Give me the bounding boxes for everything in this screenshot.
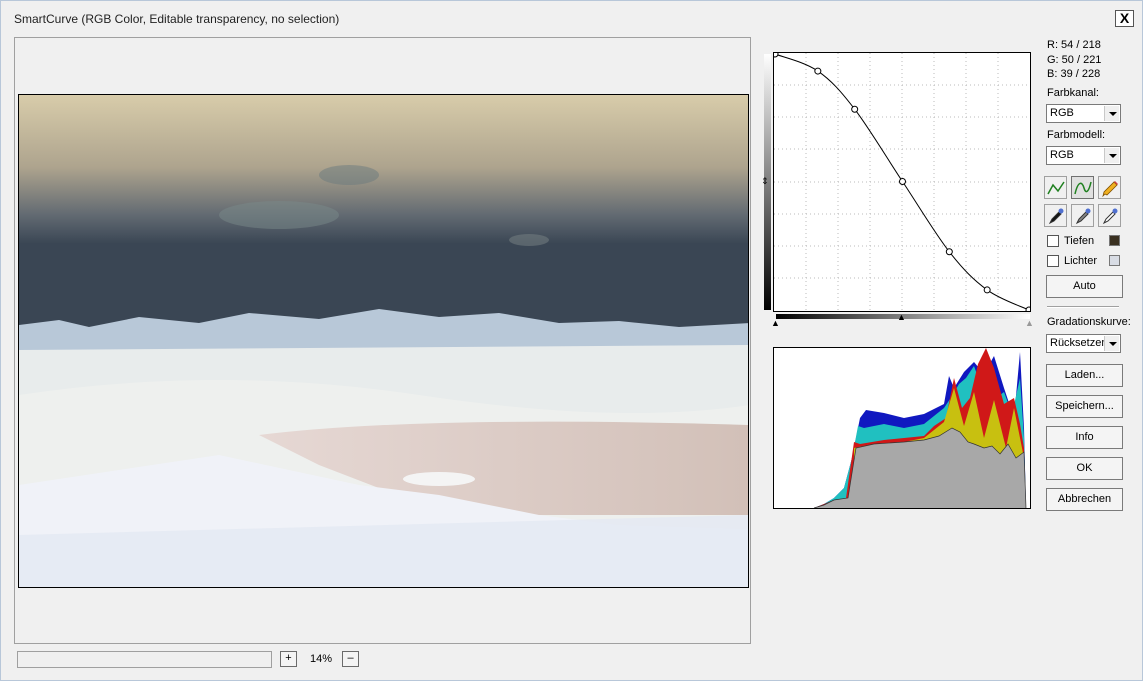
auto-button[interactable]: Auto — [1046, 275, 1123, 298]
smooth-curve-tool-button[interactable] — [1071, 176, 1094, 199]
curve-editor[interactable] — [771, 50, 1033, 314]
speichern-button[interactable]: Speichern... — [1046, 395, 1123, 418]
chevron-down-icon[interactable] — [1104, 148, 1119, 163]
lichter-color-swatch[interactable] — [1109, 255, 1120, 266]
info-button[interactable]: Info — [1046, 426, 1123, 449]
preview-image — [18, 94, 749, 588]
zoom-in-button[interactable]: + — [280, 651, 297, 667]
black-eyedropper-icon — [1048, 208, 1064, 225]
status-field — [17, 651, 272, 668]
chevron-down-icon[interactable] — [1104, 336, 1119, 351]
tiefen-label: Tiefen — [1064, 235, 1095, 247]
curve-control-point[interactable] — [771, 50, 779, 58]
gray-eyedropper-icon — [1075, 208, 1091, 225]
smartcurve-dialog: SmartCurve (RGB Color, Editable transpar… — [0, 0, 1143, 681]
linear-curve-icon — [1047, 181, 1065, 195]
ok-button[interactable]: OK — [1046, 457, 1123, 480]
histogram — [773, 347, 1031, 509]
tiefen-checkbox[interactable] — [1047, 235, 1059, 247]
pencil-icon — [1102, 181, 1118, 197]
black-eyedropper-button[interactable] — [1044, 204, 1067, 227]
curve-control-point[interactable] — [851, 105, 859, 113]
close-button[interactable]: X — [1115, 10, 1134, 27]
linear-curve-tool-button[interactable] — [1044, 176, 1067, 199]
white-point-slider-icon[interactable]: ▲ — [1025, 318, 1034, 328]
gradation-value: Rücksetzen — [1050, 337, 1106, 349]
lichter-label: Lichter — [1064, 255, 1098, 267]
window-title: SmartCurve (RGB Color, Editable transpar… — [14, 12, 340, 26]
readout-r: R: 54 / 218 — [1047, 39, 1101, 51]
curve-control-point[interactable] — [898, 177, 906, 185]
channel-select[interactable]: RGB — [1046, 104, 1121, 123]
preview-panel — [14, 37, 751, 644]
curve-control-point[interactable] — [983, 286, 991, 294]
gray-eyedropper-button[interactable] — [1071, 204, 1094, 227]
zoom-level: 14% — [309, 653, 333, 665]
gradation-label: Gradationskurve: — [1047, 316, 1131, 328]
white-eyedropper-button[interactable] — [1098, 204, 1121, 227]
curve-graph[interactable] — [771, 50, 1033, 314]
black-point-slider-icon[interactable]: ▲ — [771, 318, 780, 328]
lichter-checkbox[interactable] — [1047, 255, 1059, 267]
vertical-marker-icon[interactable]: ⇕ — [761, 176, 769, 187]
zoom-out-button[interactable]: – — [342, 651, 359, 667]
chevron-down-icon[interactable] — [1104, 106, 1119, 121]
gamma-slider-icon[interactable]: ▲ — [897, 312, 906, 322]
laden-button[interactable]: Laden... — [1046, 364, 1123, 387]
model-select[interactable]: RGB — [1046, 146, 1121, 165]
curve-control-point[interactable] — [814, 67, 822, 75]
readout-g: G: 50 / 221 — [1047, 54, 1102, 66]
readout-b: B: 39 / 228 — [1047, 68, 1101, 80]
channel-value: RGB — [1050, 107, 1074, 119]
white-eyedropper-icon — [1102, 208, 1118, 225]
curve-control-point[interactable] — [945, 248, 953, 256]
smooth-curve-icon — [1074, 181, 1092, 195]
abbrechen-button[interactable]: Abbrechen — [1046, 488, 1123, 511]
tiefen-color-swatch[interactable] — [1109, 235, 1120, 246]
separator — [1047, 306, 1119, 308]
model-label: Farbmodell: — [1047, 129, 1106, 141]
pencil-tool-button[interactable] — [1098, 176, 1121, 199]
model-value: RGB — [1050, 149, 1074, 161]
gradation-select[interactable]: Rücksetzen — [1046, 334, 1121, 353]
title-bar: SmartCurve (RGB Color, Editable transpar… — [1, 1, 1142, 35]
channel-label: Farbkanal: — [1047, 87, 1099, 99]
curve-control-point[interactable] — [1025, 306, 1033, 314]
